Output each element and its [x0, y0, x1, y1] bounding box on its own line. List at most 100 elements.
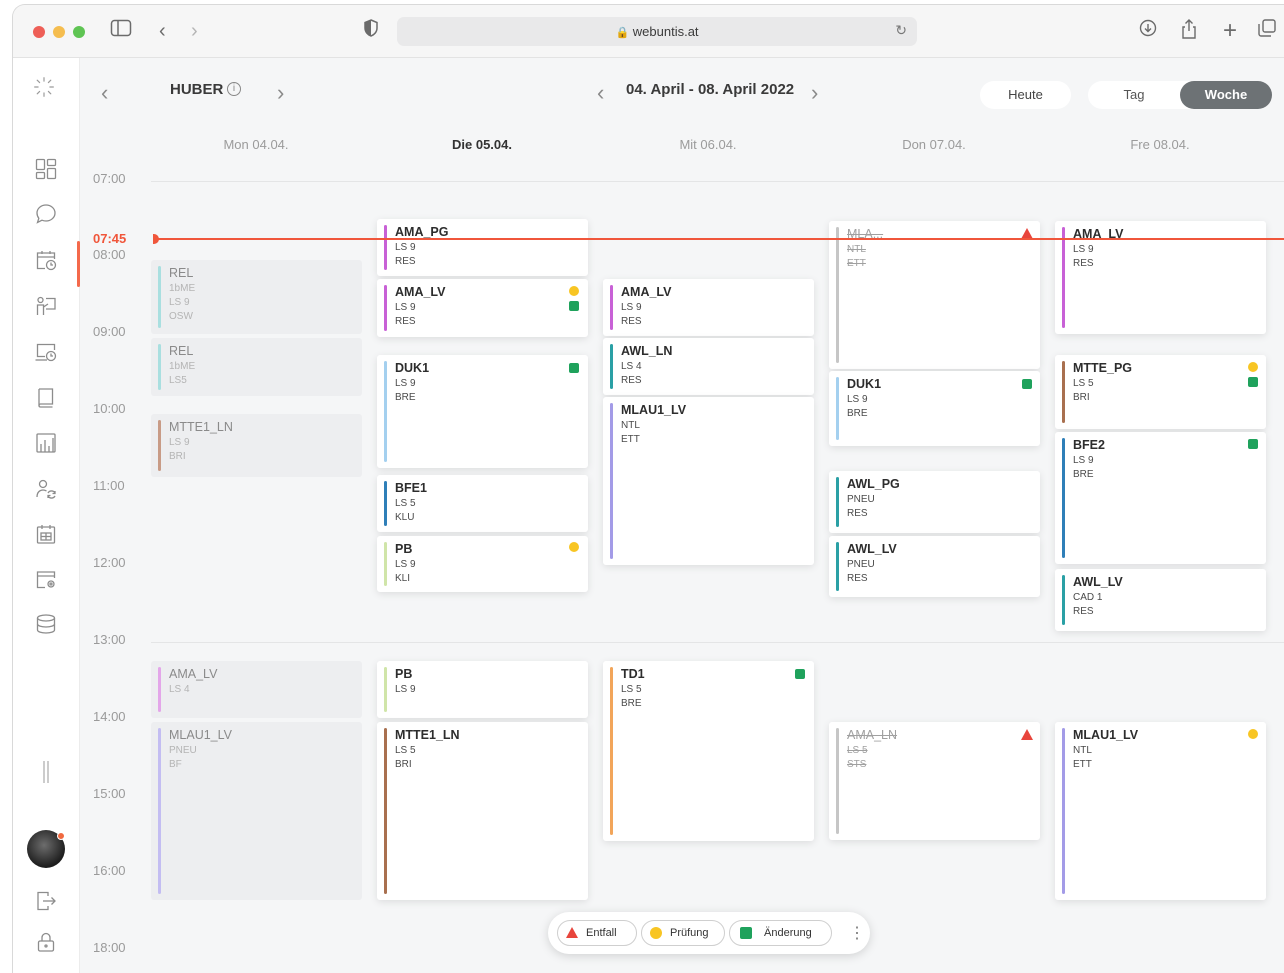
- week-view-button[interactable]: Woche: [1180, 81, 1272, 109]
- timetable-icon[interactable]: [35, 249, 57, 271]
- cancel-icon: [566, 927, 578, 938]
- lesson-card[interactable]: AMA_PG LS 9 RES: [377, 219, 588, 276]
- change-marker: [1022, 379, 1032, 389]
- lesson-card[interactable]: AMA_LV LS 9 RES: [377, 279, 588, 337]
- time-label: 15:00: [93, 786, 126, 801]
- active-nav-indicator: [77, 241, 80, 287]
- logout-icon[interactable]: [35, 890, 57, 912]
- legend-cancel-chip[interactable]: Entfall: [557, 920, 637, 946]
- dashboard-icon[interactable]: [35, 158, 57, 180]
- day-header: Mit 06.04.: [679, 137, 737, 152]
- lesson-card[interactable]: PB LS 9: [377, 661, 588, 718]
- time-label: 11:00: [93, 478, 125, 493]
- day-header: Don 07.04.: [902, 137, 966, 152]
- back-icon[interactable]: ‹: [159, 19, 166, 43]
- lock-icon: 🔒: [615, 27, 630, 39]
- change-marker: [1248, 439, 1258, 449]
- lesson-card[interactable]: MTTE1_LN LS 5 BRI: [377, 722, 588, 900]
- lesson-card[interactable]: AWL_PG PNEU RES: [829, 471, 1040, 533]
- today-button[interactable]: Heute: [980, 81, 1071, 109]
- lesson-card[interactable]: PB LS 9 KLI: [377, 536, 588, 592]
- zoom-window-button[interactable]: [73, 26, 85, 38]
- lesson-card[interactable]: REL 1bME LS5: [151, 338, 362, 396]
- teacher-board-icon[interactable]: [35, 295, 57, 317]
- lesson-card[interactable]: MTTE1_LN LS 9 BRI: [151, 414, 362, 477]
- prev-teacher-icon[interactable]: ‹: [101, 80, 108, 106]
- change-marker: [1248, 377, 1258, 387]
- change-marker: [569, 363, 579, 373]
- more-options-icon[interactable]: ⋮: [849, 923, 865, 943]
- tab-overview-icon[interactable]: [1258, 19, 1276, 43]
- collapse-sidebar-icon[interactable]: [35, 761, 57, 783]
- app-sidebar: [13, 58, 80, 973]
- lesson-card[interactable]: DUK1 LS 9 BRE: [377, 355, 588, 468]
- lesson-card[interactable]: MLAU1_LV PNEU BF: [151, 722, 362, 900]
- hour-line: [151, 642, 1284, 643]
- legend-cancel-label: Entfall: [586, 927, 617, 939]
- next-week-icon[interactable]: ›: [811, 80, 818, 106]
- calendar-icon[interactable]: [35, 523, 57, 545]
- new-tab-icon[interactable]: +: [1223, 19, 1237, 43]
- time-label: 07:00: [93, 171, 126, 186]
- week-range: 04. April - 08. April 2022: [626, 81, 795, 98]
- address-bar[interactable]: 🔒 webuntis.at ↻: [397, 17, 917, 46]
- lesson-card[interactable]: AMA_LV LS 4: [151, 661, 362, 718]
- prev-week-icon[interactable]: ‹: [597, 80, 604, 106]
- lesson-card-cancelled[interactable]: AMA_LN LS 5 STS: [829, 722, 1040, 840]
- lesson-card[interactable]: MLAU1_LV NTL ETT: [1055, 722, 1266, 900]
- current-time-line: [156, 238, 1284, 240]
- forward-icon[interactable]: ›: [191, 19, 198, 43]
- day-header-current: Die 05.04.: [452, 137, 512, 152]
- lesson-card[interactable]: BFE1 LS 5 KLU: [377, 475, 588, 532]
- lesson-card[interactable]: MLAU1_LV NTL ETT: [603, 397, 814, 565]
- change-marker: [795, 669, 805, 679]
- exam-marker: [569, 542, 579, 552]
- untis-logo-icon[interactable]: [33, 76, 59, 102]
- download-icon[interactable]: [1139, 19, 1157, 43]
- exam-marker: [1248, 362, 1258, 372]
- lesson-card-cancelled[interactable]: MLA... NTL ETT: [829, 221, 1040, 369]
- teacher-name[interactable]: HUBER: [170, 81, 223, 98]
- messages-icon[interactable]: [35, 203, 57, 225]
- current-time-label: 07:45: [93, 231, 127, 246]
- substitution-icon[interactable]: [35, 478, 57, 500]
- sidebar-toggle-icon[interactable]: [110, 19, 132, 43]
- share-icon[interactable]: [1181, 19, 1197, 45]
- day-header: Mon 04.04.: [223, 137, 289, 152]
- close-window-button[interactable]: [33, 26, 45, 38]
- time-label: 18:00: [93, 940, 126, 955]
- privacy-shield-icon[interactable]: [363, 19, 379, 43]
- lesson-card[interactable]: BFE2 LS 9 BRE: [1055, 432, 1266, 564]
- browser-toolbar: ‹ › 🔒 webuntis.at ↻ +: [13, 5, 1284, 58]
- lesson-card[interactable]: AWL_LV CAD 1 RES: [1055, 569, 1266, 631]
- minimize-window-button[interactable]: [53, 26, 65, 38]
- time-label: 08:00: [93, 247, 126, 262]
- day-view-button[interactable]: Tag: [1088, 81, 1180, 109]
- lesson-card[interactable]: DUK1 LS 9 BRE: [829, 371, 1040, 446]
- next-teacher-icon[interactable]: ›: [277, 80, 284, 106]
- office-hours-icon[interactable]: [35, 341, 57, 363]
- time-label: 14:00: [93, 709, 126, 724]
- reload-icon[interactable]: ↻: [895, 22, 907, 39]
- lesson-card[interactable]: MTTE_PG LS 5 BRI: [1055, 355, 1266, 429]
- exam-icon: [650, 927, 662, 939]
- database-icon[interactable]: [35, 613, 57, 635]
- hour-line: [151, 181, 1284, 182]
- class-register-icon[interactable]: [35, 387, 57, 409]
- time-label: 16:00: [93, 863, 126, 878]
- lesson-card[interactable]: AWL_LN LS 4 RES: [603, 338, 814, 395]
- legend-change-label: Änderung: [764, 927, 812, 939]
- legend-exam-chip[interactable]: Prüfung: [641, 920, 725, 946]
- lesson-card[interactable]: AMA_LV LS 9 RES: [603, 279, 814, 336]
- reports-icon[interactable]: [35, 432, 57, 454]
- lock-screen-icon[interactable]: [35, 931, 57, 953]
- lesson-card[interactable]: AWL_LV PNEU RES: [829, 536, 1040, 597]
- lesson-card[interactable]: TD1 LS 5 BRE: [603, 661, 814, 841]
- legend-change-chip[interactable]: Änderung: [729, 920, 832, 946]
- change-marker: [569, 301, 579, 311]
- day-header: Fre 08.04.: [1130, 137, 1190, 152]
- lesson-card[interactable]: REL 1bME LS 9 OSW: [151, 260, 362, 334]
- calendar-settings-icon[interactable]: [35, 568, 57, 590]
- cancel-marker: [1021, 729, 1033, 740]
- info-icon[interactable]: i: [227, 82, 241, 96]
